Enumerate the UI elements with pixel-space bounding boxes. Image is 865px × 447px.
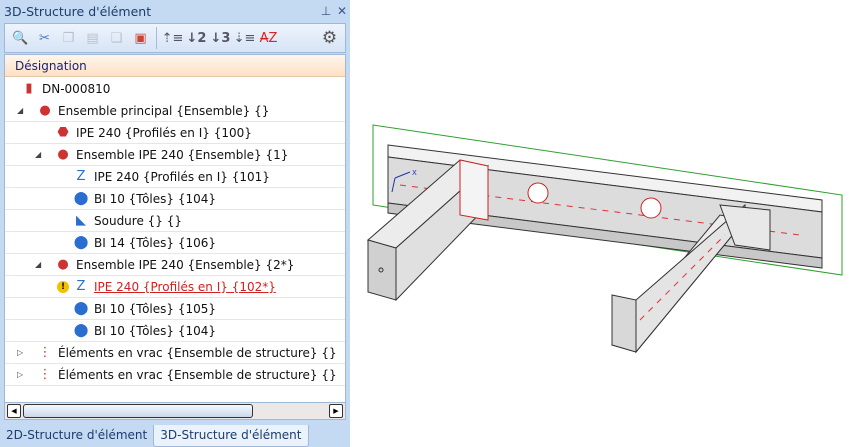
tree-item-label: IPE 240 {Profilés en I} {100} <box>76 125 252 140</box>
beam-main-icon: Z <box>76 278 86 294</box>
tree-item[interactable]: Z IPE 240 {Profilés en I} {101} <box>5 166 345 188</box>
tree-item-label: BI 10 {Tôles} {105} <box>94 301 216 316</box>
scroll-right-button[interactable]: ▶ <box>329 404 343 418</box>
assembly-icon: ● <box>57 256 69 272</box>
tree-item-label: Ensemble principal {Ensemble} {} <box>58 103 270 118</box>
tree-item-label: Soudure {} {} <box>94 213 183 228</box>
tree-item[interactable]: ! Z IPE 240 {Profilés en I} {102*} <box>5 276 345 298</box>
tab-3d-structure[interactable]: 3D-Structure d'élément <box>153 425 309 447</box>
expand-toggle[interactable]: ▷ <box>17 370 23 379</box>
column-header-designation[interactable]: Désignation <box>5 55 345 77</box>
expand-level-3-icon[interactable]: ↓3 <box>209 27 232 49</box>
panel-title: 3D-Structure d'élément <box>4 3 152 19</box>
drawing-icon: ▮ <box>25 81 33 96</box>
toolbar: 🔍 ✂ ❐ ▤ ❏ ▣ ⇡≡ ↓2 ↓3 ⇣≡ A̶Z ⚙ <box>4 23 346 53</box>
expand-all-icon[interactable]: ⇣≡ <box>233 27 256 49</box>
tree-item[interactable]: ◢ ● Ensemble IPE 240 {Ensemble} {2*} <box>5 254 345 276</box>
tree-item[interactable]: ◣ Soudure {} {} <box>5 210 345 232</box>
close-icon[interactable]: ✕ <box>334 4 350 18</box>
clear-sort-icon[interactable]: A̶Z <box>257 27 280 49</box>
tree-item-label: IPE 240 {Profilés en I} {102*} <box>94 279 276 294</box>
3d-viewport[interactable]: X <box>355 0 865 447</box>
tab-2d-structure[interactable]: 2D-Structure d'élément <box>0 425 153 447</box>
panel-titlebar: 3D-Structure d'élément ⊥ ✕ <box>0 0 350 22</box>
tree-item-label: IPE 240 {Profilés en I} {101} <box>94 169 270 184</box>
tree-item-label: Éléments en vrac {Ensemble de structure}… <box>58 345 337 360</box>
tree-item[interactable]: ▷ ⋮ Éléments en vrac {Ensemble de structur… <box>5 342 345 364</box>
tree-item[interactable]: ▮ DN-000810 <box>5 78 110 100</box>
warning-icon: ! <box>57 280 69 293</box>
collapse-toggle[interactable]: ◢ <box>35 150 41 159</box>
plate-icon: ⬤ <box>73 190 89 206</box>
weld-icon: ◣ <box>76 212 86 228</box>
copy-special-icon[interactable]: ❏ <box>105 27 128 49</box>
structure-tree: Désignation ▮ DN-000810 ◢ ● Ensemble princip… <box>4 54 346 420</box>
plate-icon: ⬤ <box>73 300 89 316</box>
tree-item[interactable]: ⬤ BI 14 {Tôles} {106} <box>5 232 345 254</box>
cut-icon[interactable]: ✂ <box>33 27 56 49</box>
plate-icon: ⬤ <box>73 234 89 250</box>
settings-icon[interactable]: ⚙ <box>318 27 341 49</box>
tree-item-label: Ensemble IPE 240 {Ensemble} {1} <box>76 147 289 162</box>
tree-item-label: DN-000810 <box>42 82 111 96</box>
scrollbar-thumb[interactable] <box>23 404 253 418</box>
loose-parts-icon: ⋮ <box>38 344 52 360</box>
expand-toggle[interactable]: ▷ <box>17 348 23 357</box>
tree-item[interactable]: ◢ ● Ensemble principal {Ensemble} {} <box>5 100 345 122</box>
collapse-toggle[interactable]: ◢ <box>17 106 23 115</box>
beam-main-icon: Z <box>76 168 86 184</box>
tree-item-label: BI 10 {Tôles} {104} <box>94 323 216 338</box>
horizontal-scrollbar[interactable]: ◀ ▶ <box>4 402 346 420</box>
expand-level-2-icon[interactable]: ↓2 <box>185 27 208 49</box>
tree-item-label: BI 14 {Tôles} {106} <box>94 235 216 250</box>
tree-item[interactable]: ⬣ IPE 240 {Profilés en I} {100} <box>5 122 345 144</box>
collapse-toggle[interactable]: ◢ <box>35 260 41 269</box>
structure-panel: 3D-Structure d'élément ⊥ ✕ 🔍 ✂ ❐ ▤ ❏ ▣ ⇡… <box>0 0 350 447</box>
pin-icon[interactable]: ⊥ <box>318 4 334 18</box>
tree-item-label: BI 10 {Tôles} {104} <box>94 191 216 206</box>
loose-parts-icon: ⋮ <box>38 366 52 382</box>
find-icon[interactable]: 🔍 <box>9 27 32 49</box>
plate-icon: ⬤ <box>73 322 89 338</box>
tree-item[interactable]: ⬤ BI 10 {Tôles} {104} <box>5 320 345 342</box>
copy-icon[interactable]: ❐ <box>57 27 80 49</box>
tree-item-label: Éléments en vrac {Ensemble de structure}… <box>58 367 337 382</box>
tree-item[interactable]: ◢ ● Ensemble IPE 240 {Ensemble} {1} <box>5 144 345 166</box>
scroll-left-button[interactable]: ◀ <box>7 404 21 418</box>
expand-level-1-icon[interactable]: ⇡≡ <box>161 27 184 49</box>
paste-icon[interactable]: ▤ <box>81 27 104 49</box>
beam-icon: ⬣ <box>57 124 69 140</box>
svg-text:X: X <box>412 169 417 177</box>
tree-item[interactable]: ⬤ BI 10 {Tôles} {104} <box>5 188 345 210</box>
panel-tabs: 2D-Structure d'élément 3D-Structure d'él… <box>0 425 309 447</box>
assembly-icon: ● <box>39 102 51 118</box>
tree-item[interactable]: ⬤ BI 10 {Tôles} {105} <box>5 298 345 320</box>
paste-special-icon[interactable]: ▣ <box>129 27 152 49</box>
assembly-icon: ● <box>57 146 69 162</box>
tree-item-label: Ensemble IPE 240 {Ensemble} {2*} <box>76 257 295 272</box>
tree-item[interactable]: ▷ ⋮ Éléments en vrac {Ensemble de structur… <box>5 364 345 386</box>
toolbar-separator <box>156 27 157 49</box>
